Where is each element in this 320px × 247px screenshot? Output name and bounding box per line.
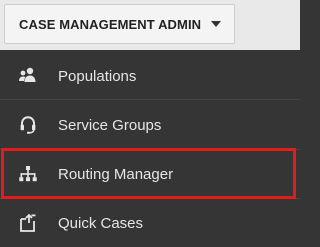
menu-item-label: Service Groups: [58, 116, 162, 134]
menu-divider: [0, 99, 300, 100]
admin-nav-menu: Populations Service Groups Routing Manag…: [0, 50, 300, 247]
menu-item-label: Routing Manager: [58, 165, 174, 183]
top-bar: CASE MANAGEMENT ADMIN: [0, 0, 300, 50]
caret-down-icon: [211, 21, 222, 27]
admin-menu-dropdown[interactable]: CASE MANAGEMENT ADMIN: [4, 4, 235, 44]
menu-item-populations[interactable]: Populations: [0, 52, 300, 100]
menu-item-quick-cases[interactable]: Quick Cases: [0, 199, 300, 247]
quick-case-icon: [17, 212, 39, 234]
sitemap-icon: [17, 163, 39, 185]
admin-menu-label: CASE MANAGEMENT ADMIN: [19, 16, 202, 32]
menu-item-routing-manager[interactable]: Routing Manager: [0, 150, 300, 198]
menu-item-service-groups[interactable]: Service Groups: [0, 101, 300, 149]
users-icon: [17, 65, 39, 87]
menu-item-label: Populations: [58, 67, 137, 85]
menu-item-label: Quick Cases: [58, 214, 144, 232]
headset-icon: [17, 114, 39, 136]
